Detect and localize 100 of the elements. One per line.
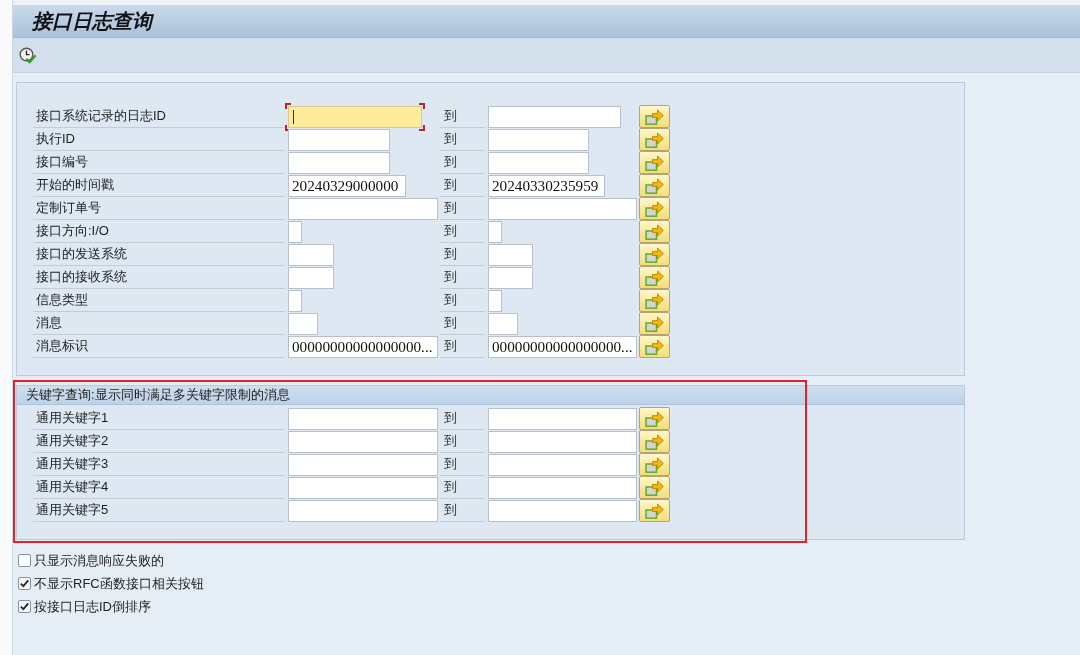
input-field[interactable] — [285, 103, 425, 131]
range-to-label: 到 — [444, 455, 457, 473]
input-field[interactable] — [488, 129, 589, 151]
input-field[interactable] — [288, 313, 318, 335]
input-field[interactable] — [288, 431, 438, 453]
input-field[interactable]: 00000000000000000... — [488, 336, 637, 358]
field-label: 通用关键字4 — [36, 478, 109, 496]
input-field[interactable] — [488, 477, 637, 499]
input-field[interactable] — [288, 129, 390, 151]
text-cursor-icon — [293, 110, 294, 124]
arrow-box-icon — [645, 502, 664, 519]
range-to-label: 到 — [444, 337, 457, 355]
input-field[interactable] — [288, 267, 334, 289]
arrow-box-icon — [645, 200, 664, 217]
multiple-selection-button[interactable] — [639, 243, 670, 266]
arrow-box-icon — [645, 410, 664, 427]
multiple-selection-button[interactable] — [639, 197, 670, 220]
input-field[interactable] — [488, 198, 637, 220]
checkbox[interactable] — [18, 600, 31, 613]
clock-check-icon — [19, 46, 36, 64]
multiple-selection-button[interactable] — [639, 453, 670, 476]
checkbox[interactable] — [18, 577, 31, 590]
input-field[interactable] — [488, 152, 589, 174]
range-to-label: 到 — [444, 268, 457, 286]
arrow-box-icon — [645, 108, 664, 125]
multiple-selection-button[interactable] — [639, 105, 670, 128]
input-field[interactable] — [488, 106, 621, 128]
field-label: 执行ID — [36, 130, 75, 148]
arrow-box-icon — [645, 269, 664, 286]
arrow-box-icon — [645, 177, 664, 194]
input-field[interactable]: 20240330235959 — [488, 175, 605, 197]
arrow-box-icon — [645, 338, 664, 355]
input-field[interactable] — [288, 244, 334, 266]
field-label: 接口方向:I/O — [36, 222, 109, 240]
option-label: 只显示消息响应失败的 — [34, 551, 164, 570]
multiple-selection-button[interactable] — [639, 174, 670, 197]
field-label: 信息类型 — [36, 291, 88, 309]
input-field[interactable] — [288, 408, 438, 430]
input-field[interactable] — [288, 152, 390, 174]
input-field[interactable] — [488, 244, 533, 266]
field-label: 接口编号 — [36, 153, 88, 171]
range-to-label: 到 — [444, 314, 457, 332]
input-field[interactable] — [288, 477, 438, 499]
range-to-label: 到 — [444, 409, 457, 427]
field-label: 消息标识 — [36, 337, 88, 355]
range-to-label: 到 — [444, 176, 457, 194]
input-field[interactable] — [488, 267, 533, 289]
range-to-label: 到 — [444, 291, 457, 309]
multiple-selection-button[interactable] — [639, 266, 670, 289]
input-field[interactable] — [288, 198, 438, 220]
arrow-box-icon — [645, 223, 664, 240]
field-label: 定制订单号 — [36, 199, 101, 217]
multiple-selection-button[interactable] — [639, 430, 670, 453]
multiple-selection-button[interactable] — [639, 407, 670, 430]
arrow-box-icon — [645, 315, 664, 332]
range-to-label: 到 — [444, 107, 457, 125]
execute-button[interactable] — [19, 46, 36, 64]
input-field[interactable] — [288, 290, 302, 312]
input-field[interactable] — [488, 313, 518, 335]
field-label: 通用关键字5 — [36, 501, 109, 519]
input-field[interactable] — [288, 500, 438, 522]
multiple-selection-button[interactable] — [639, 312, 670, 335]
input-field[interactable]: 20240329000000 — [288, 175, 406, 197]
window-title: 接口日志查询 — [32, 8, 152, 34]
multiple-selection-button[interactable] — [639, 499, 670, 522]
field-label: 消息 — [36, 314, 62, 332]
input-field[interactable] — [488, 500, 637, 522]
field-label: 通用关键字2 — [36, 432, 109, 450]
arrow-box-icon — [645, 131, 664, 148]
multiple-selection-button[interactable] — [639, 335, 670, 358]
input-field[interactable] — [488, 454, 637, 476]
multiple-selection-button[interactable] — [639, 151, 670, 174]
field-label: 接口的接收系统 — [36, 268, 127, 286]
multiple-selection-button[interactable] — [639, 128, 670, 151]
field-label: 通用关键字1 — [36, 409, 109, 427]
arrow-box-icon — [645, 479, 664, 496]
multiple-selection-button[interactable] — [639, 220, 670, 243]
option-label: 不显示RFC函数接口相关按钮 — [34, 574, 204, 593]
arrow-box-icon — [645, 154, 664, 171]
input-field[interactable] — [488, 221, 502, 243]
range-to-label: 到 — [444, 245, 457, 263]
input-field[interactable] — [288, 454, 438, 476]
input-field[interactable] — [288, 221, 302, 243]
input-field[interactable]: 00000000000000000... — [288, 336, 438, 358]
multiple-selection-button[interactable] — [639, 476, 670, 499]
range-to-label: 到 — [444, 432, 457, 450]
arrow-box-icon — [645, 292, 664, 309]
field-label: 接口系统记录的日志ID — [36, 107, 166, 125]
arrow-box-icon — [645, 456, 664, 473]
range-to-label: 到 — [444, 199, 457, 217]
multiple-selection-button[interactable] — [639, 289, 670, 312]
arrow-box-icon — [645, 433, 664, 450]
field-label: 通用关键字3 — [36, 455, 109, 473]
range-to-label: 到 — [444, 130, 457, 148]
input-field[interactable] — [488, 290, 502, 312]
checkbox[interactable] — [18, 554, 31, 567]
range-to-label: 到 — [444, 501, 457, 519]
input-field[interactable] — [488, 408, 637, 430]
field-label: 开始的时间戳 — [36, 176, 114, 194]
input-field[interactable] — [488, 431, 637, 453]
